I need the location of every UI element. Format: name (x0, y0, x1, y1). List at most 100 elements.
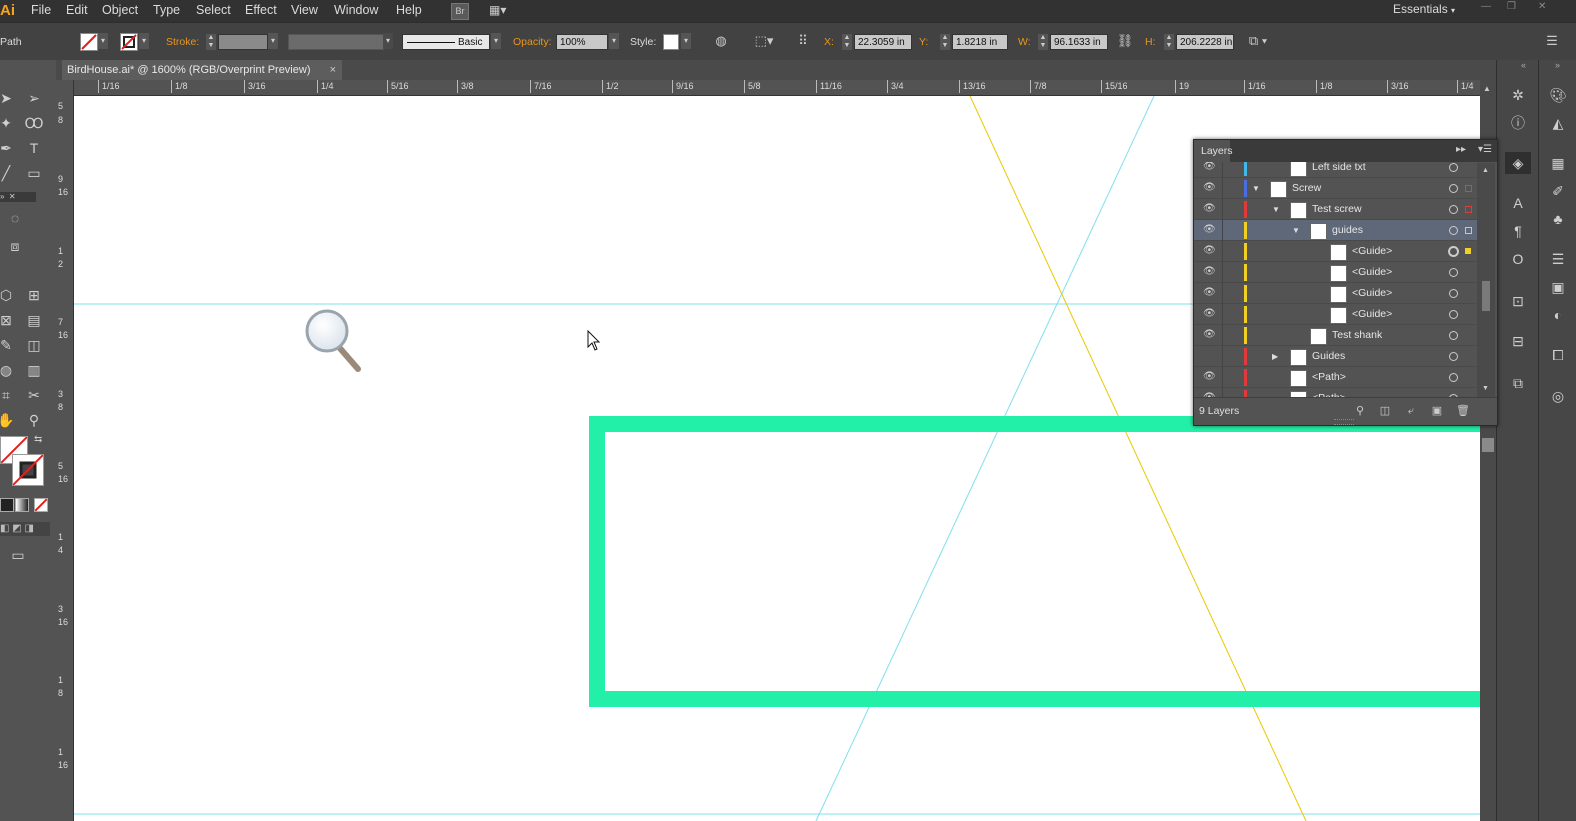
target-icon[interactable] (1449, 184, 1458, 193)
target-icon[interactable] (1449, 268, 1458, 277)
stroke-swatch[interactable] (120, 33, 138, 51)
magic-wand-tool-icon[interactable]: ✦ (0, 113, 16, 133)
graphic-style-swatch[interactable] (663, 34, 679, 50)
opacity-label[interactable]: Opacity: (513, 36, 552, 48)
shape-builder-tool-icon[interactable]: ⬡ (0, 285, 16, 305)
minimize-icon[interactable]: — (1481, 2, 1495, 12)
expand-down-icon[interactable]: ▼ (1272, 199, 1282, 220)
menu-window[interactable]: Window (334, 0, 378, 22)
layers-scrollbar[interactable]: ▲ ▼ (1477, 163, 1495, 397)
eye-icon[interactable]: 👁︎ (1203, 182, 1216, 194)
y-field[interactable]: 1.8218 in (952, 34, 1008, 50)
line-tool-icon[interactable]: ╱ (0, 163, 16, 183)
symbol-sprayer-tool-icon[interactable]: ◍ (0, 360, 16, 380)
info-panel-icon[interactable]: ⓘ (1507, 112, 1529, 134)
direct-selection-tool-icon[interactable]: ➢ (24, 88, 44, 108)
gradient-tool-icon[interactable]: ▤ (24, 310, 44, 330)
tool-flyout-header[interactable]: » ✕ (0, 192, 36, 202)
stroke-weight-stepper[interactable]: ▲ ▼ (206, 34, 216, 50)
color-panel-icon[interactable]: 🎨︎ (1547, 84, 1569, 106)
rotate-tool-icon[interactable]: ◌ (5, 208, 25, 228)
menu-effect[interactable]: Effect (245, 0, 277, 22)
menu-file[interactable]: File (31, 0, 51, 22)
layer-row[interactable]: 👁︎ Left side txt (1194, 162, 1477, 178)
selection-indicator[interactable] (1465, 227, 1472, 234)
fill-dropdown[interactable]: ▾ (98, 33, 108, 49)
drawing-modes-icon[interactable]: ◧ ◩ ◨ (0, 522, 50, 536)
eye-icon[interactable]: 👁︎ (1203, 266, 1216, 278)
workspace-switcher[interactable]: Essentials ▾ (1393, 0, 1455, 22)
type-tool-icon[interactable]: T (24, 138, 44, 158)
brush-dropdown[interactable]: ▾ (491, 33, 501, 49)
stroke-panel-icon[interactable]: ☰ (1547, 248, 1569, 270)
align-to-icon[interactable]: ⬚▾ (750, 32, 778, 50)
stroke-weight-field[interactable] (218, 34, 268, 50)
menu-type[interactable]: Type (153, 0, 180, 22)
constrain-proportions-icon[interactable]: ⛓ (1115, 32, 1135, 50)
selection-tool-icon[interactable]: ➤ (0, 88, 16, 108)
appearance-panel-icon[interactable]: ⧠ (1547, 344, 1569, 366)
h-stepper[interactable]: ▲ ▼ (1164, 34, 1174, 50)
target-icon[interactable] (1449, 205, 1458, 214)
stroke-label[interactable]: Stroke: (166, 36, 199, 48)
expand-right-icon[interactable]: ▶ (1272, 346, 1282, 367)
layer-row[interactable]: 👁︎ ▼ Screw (1194, 178, 1477, 199)
perspective-grid-tool-icon[interactable]: ⊞ (24, 285, 44, 305)
layer-row[interactable]: 👁︎ <Path> (1194, 367, 1477, 388)
layer-row[interactable]: 👁︎ Test shank (1194, 325, 1477, 346)
layers-panel-icon[interactable]: ◈ (1505, 152, 1531, 174)
layer-row[interactable]: 👁︎ ▼ guides (1194, 220, 1477, 241)
target-icon[interactable] (1449, 289, 1458, 298)
layers-panel-header[interactable]: Layers ▸▸ ▾☰ (1194, 140, 1497, 162)
align-panel-icon[interactable]: ⊟ (1507, 330, 1529, 352)
restore-icon[interactable]: ❐ (1507, 2, 1521, 12)
swatches-panel-icon[interactable]: ▦ (1547, 152, 1569, 174)
transform-panel-icon[interactable]: ⊡ (1507, 290, 1529, 312)
slice-tool-icon[interactable]: ✂ (24, 385, 44, 405)
eye-icon[interactable]: 👁︎ (1203, 245, 1216, 257)
layer-row[interactable]: 👁︎ <Guide> (1194, 241, 1477, 262)
stroke-dropdown[interactable]: ▾ (139, 33, 149, 49)
mesh-tool-icon[interactable]: ⊠ (0, 310, 16, 330)
layer-row[interactable]: 👁︎ <Guide> (1194, 283, 1477, 304)
layer-row[interactable]: ▶ Guides (1194, 346, 1477, 367)
blend-tool-icon[interactable]: ◫ (24, 335, 44, 355)
pathfinder-panel-icon[interactable]: ⧉ (1507, 372, 1529, 394)
diagonal-guide[interactable] (815, 96, 1155, 821)
vertical-ruler[interactable]: 5 8 9 16 1 2 7 16 3 8 5 16 1 4 3 16 1 8 … (56, 80, 74, 821)
fill-swatch[interactable] (80, 33, 98, 51)
layer-row[interactable]: 👁︎ <Guide> (1194, 262, 1477, 283)
x-field[interactable]: 22.3059 in (854, 34, 912, 50)
transform-options-icon[interactable]: ⧉ ▾ (1243, 32, 1273, 50)
expand-down-icon[interactable]: ▼ (1252, 178, 1262, 199)
target-icon[interactable] (1449, 373, 1458, 382)
scroll-thumb[interactable] (1482, 438, 1494, 452)
screen-mode-icon[interactable]: ▭ (8, 545, 28, 565)
layer-row[interactable]: 👁︎ <Path> (1194, 388, 1477, 397)
collapse-panel-icon[interactable]: ▸▸ (1456, 144, 1466, 155)
stroke-weight-dropdown[interactable]: ▾ (268, 33, 278, 49)
menu-help[interactable]: Help (396, 0, 422, 22)
recolor-artwork-icon[interactable]: ◍ (711, 32, 731, 50)
artboard-tool-icon[interactable]: ⌗ (0, 385, 16, 405)
w-field[interactable]: 96.1633 in (1050, 34, 1108, 50)
stroke-color-box[interactable] (12, 454, 44, 486)
panel-menu-icon[interactable]: ▾☰ (1478, 144, 1492, 155)
lasso-tool-icon[interactable]: Ꝏ (24, 113, 44, 133)
layer-row[interactable]: 👁︎ <Guide> (1194, 304, 1477, 325)
target-icon[interactable] (1449, 331, 1458, 340)
horizontal-ruler[interactable]: 1/16 1/8 3/16 1/4 5/16 3/8 7/16 1/2 9/16… (74, 80, 1480, 96)
swap-fill-stroke-icon[interactable]: ⇆ (34, 434, 46, 446)
target-icon[interactable] (1448, 246, 1459, 257)
scroll-up-icon[interactable]: ▲ (1483, 84, 1491, 93)
create-new-layer-icon[interactable]: ▣ (1430, 404, 1444, 418)
target-icon[interactable] (1449, 310, 1458, 319)
eye-icon[interactable]: 👁︎ (1203, 329, 1216, 341)
symbols-panel-icon[interactable]: ♣ (1547, 208, 1569, 230)
scroll-thumb[interactable] (1482, 281, 1490, 311)
graphic-styles-panel-icon[interactable]: ◎ (1547, 385, 1569, 407)
eye-icon[interactable]: 👁︎ (1203, 308, 1216, 320)
eye-icon[interactable]: 👁︎ (1203, 203, 1216, 215)
scroll-down-icon[interactable]: ▼ (1482, 385, 1489, 392)
brush-definition[interactable]: Basic (402, 34, 490, 50)
